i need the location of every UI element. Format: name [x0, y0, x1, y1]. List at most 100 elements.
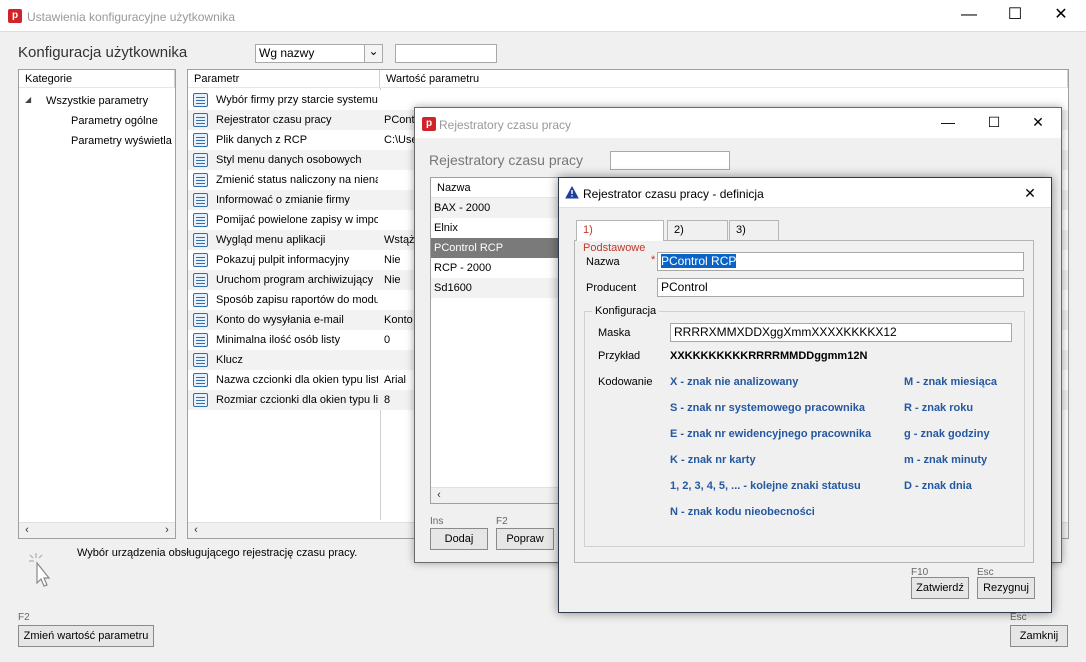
example-value: XXKKKKKKKKRRRRMMDDggmm12N — [670, 350, 868, 362]
scroll-right-icon[interactable]: › — [159, 523, 175, 539]
parameter-name: Nazwa czcionki dla okien typu lista — [216, 374, 378, 386]
coding-item: M - znak miesiąca — [904, 376, 997, 388]
edit-shortcut-hint: F2 — [496, 516, 508, 527]
scroll-left-icon[interactable]: ‹ — [19, 523, 35, 539]
edit-button[interactable]: Popraw — [496, 528, 554, 550]
categories-header: Kategorie — [19, 70, 175, 88]
parameter-description: Wybór urządzenia obsługującego rejestrac… — [77, 547, 358, 559]
parameter-name: Plik danych z RCP — [216, 134, 308, 146]
cancel-button[interactable]: Rezygnuj — [977, 577, 1035, 599]
change-shortcut-hint: F2 — [18, 612, 30, 623]
parameter-name: Wygląd menu aplikacji — [216, 234, 326, 246]
maximize-icon[interactable]: ☐ — [992, 0, 1038, 30]
coding-item: N - znak kodu nieobecności — [670, 506, 815, 518]
parameter-icon — [193, 113, 208, 127]
parameter-icon — [193, 353, 208, 367]
configuration-group-label: Konfiguracja — [592, 305, 660, 317]
parameter-icon — [193, 193, 208, 207]
parameter-name: Rozmiar czcionki dla okien typu lista — [216, 394, 378, 406]
value-column-header[interactable]: Wartość parametru — [380, 70, 1068, 88]
app-icon: p — [8, 9, 22, 23]
parameter-value: Arial — [384, 374, 407, 386]
mask-field[interactable]: RRRRXMMXDDXggXmmXXXXKKKKX12 — [670, 323, 1012, 342]
parameter-icon — [193, 93, 208, 107]
coding-item: g - znak godziny — [904, 428, 990, 440]
rcp-window-title: Rejestratory czasu pracy — [439, 118, 572, 132]
scroll-left-icon[interactable]: ‹ — [431, 488, 447, 503]
categories-panel: Kategorie ◢ Wszystkie parametry Parametr… — [18, 69, 176, 539]
parameter-icon — [193, 313, 208, 327]
search-input[interactable] — [395, 44, 497, 63]
add-button[interactable]: Dodaj — [430, 528, 488, 550]
producer-field[interactable]: PControl — [657, 278, 1024, 297]
main-titlebar: p Ustawienia konfiguracyjne użytkownika … — [0, 0, 1086, 32]
categories-scrollbar[interactable]: ‹ › — [19, 522, 175, 538]
tab-1[interactable]: 1) Podstawowe — [576, 220, 664, 254]
tab-3[interactable]: 3) Kody — [729, 220, 779, 254]
scroll-left-icon[interactable]: ‹ — [188, 523, 204, 538]
list-item[interactable]: RCP - 2000 — [431, 258, 559, 278]
parameter-name: Minimalna ilość osób listy — [216, 334, 341, 346]
close-icon[interactable]: ✕ — [1015, 108, 1061, 136]
rcp-page-title: Rejestratory czasu pracy — [429, 152, 584, 168]
parameter-icon — [193, 393, 208, 407]
parameter-name: Konto do wysyłania e-mail — [216, 314, 344, 326]
page-title: Konfiguracja użytkownika — [18, 44, 188, 61]
minimize-icon[interactable]: — — [946, 0, 992, 30]
tree-item-all[interactable]: Wszystkie parametry — [46, 95, 148, 107]
coding-item: D - znak dnia — [904, 480, 972, 492]
list-item[interactable]: Elnix — [431, 218, 559, 238]
definition-titlebar: Rejestrator czasu pracy - definicja ✕ — [559, 178, 1051, 208]
producer-label: Producent — [586, 282, 637, 294]
coding-label: Kodowanie — [598, 376, 653, 388]
close-button[interactable]: Zamknij — [1010, 625, 1068, 647]
list-item[interactable]: PControl RCP — [431, 238, 559, 258]
sort-select[interactable]: Wg nazwy ⌄ — [255, 44, 383, 63]
name-label: Nazwa — [586, 256, 620, 268]
parameter-icon — [193, 153, 208, 167]
list-item[interactable]: Sd1600 — [431, 278, 559, 298]
parameter-value: 0 — [384, 334, 391, 346]
mask-label: Maska — [598, 327, 631, 339]
confirm-button[interactable]: Zatwierdź — [911, 577, 969, 599]
rcp-list-scrollbar[interactable]: ‹ — [431, 487, 559, 503]
parameter-icon — [193, 133, 208, 147]
chevron-down-icon[interactable]: ⌄ — [364, 45, 382, 62]
close-icon[interactable]: ✕ — [1038, 0, 1084, 30]
rcp-titlebar: p Rejestratory czasu pracy — ☐ ✕ — [415, 108, 1061, 138]
add-shortcut-hint: Ins — [430, 516, 444, 527]
parameter-icon — [193, 373, 208, 387]
parameter-icon — [193, 293, 208, 307]
parameter-name: Zmienić status naliczony na nienaliczony — [216, 174, 378, 186]
rcp-list-header[interactable]: Nazwa — [431, 178, 559, 198]
rcp-search-input[interactable] — [610, 151, 730, 170]
change-value-button[interactable]: Zmień wartość parametru — [18, 625, 154, 647]
parameter-name: Rejestrator czasu pracy — [216, 114, 332, 126]
parameter-name: Uruchom program archiwizujący — [216, 274, 374, 286]
tab-2[interactable]: 2) Statusy — [667, 220, 728, 254]
parameter-value: Nie — [384, 254, 401, 266]
parameter-name: Wybór firmy przy starcie systemu — [216, 94, 378, 106]
list-item[interactable]: BAX - 2000 — [431, 198, 559, 218]
parameter-icon — [193, 213, 208, 227]
tree-expand-icon[interactable]: ◢ — [25, 95, 31, 104]
minimize-icon[interactable]: — — [925, 108, 971, 136]
close-shortcut-hint: Esc — [1010, 612, 1027, 623]
name-field[interactable]: PControl RCP — [657, 252, 1024, 271]
close-icon[interactable]: ✕ — [1007, 178, 1053, 208]
maximize-icon[interactable]: ☐ — [971, 108, 1017, 136]
parameter-name: Informować o zmianie firmy — [216, 194, 350, 206]
name-field-value: PControl RCP — [661, 254, 737, 268]
coding-item: K - znak nr karty — [670, 454, 756, 466]
parameter-name: Pokazuj pulpit informacyjny — [216, 254, 350, 266]
parameter-value: Konto — [384, 314, 413, 326]
app-icon: p — [422, 117, 436, 131]
example-label: Przykład — [598, 350, 641, 362]
tree-item-general[interactable]: Parametry ogólne — [71, 115, 158, 127]
param-column-header[interactable]: Parametr — [188, 70, 380, 88]
sort-select-value: Wg nazwy — [259, 46, 315, 60]
rcp-list: Nazwa BAX - 2000 Elnix PControl RCP RCP - 2… — [430, 177, 560, 504]
warning-icon — [565, 186, 579, 199]
required-mark: * — [651, 254, 656, 266]
tree-item-display[interactable]: Parametry wyświetla — [71, 135, 172, 147]
